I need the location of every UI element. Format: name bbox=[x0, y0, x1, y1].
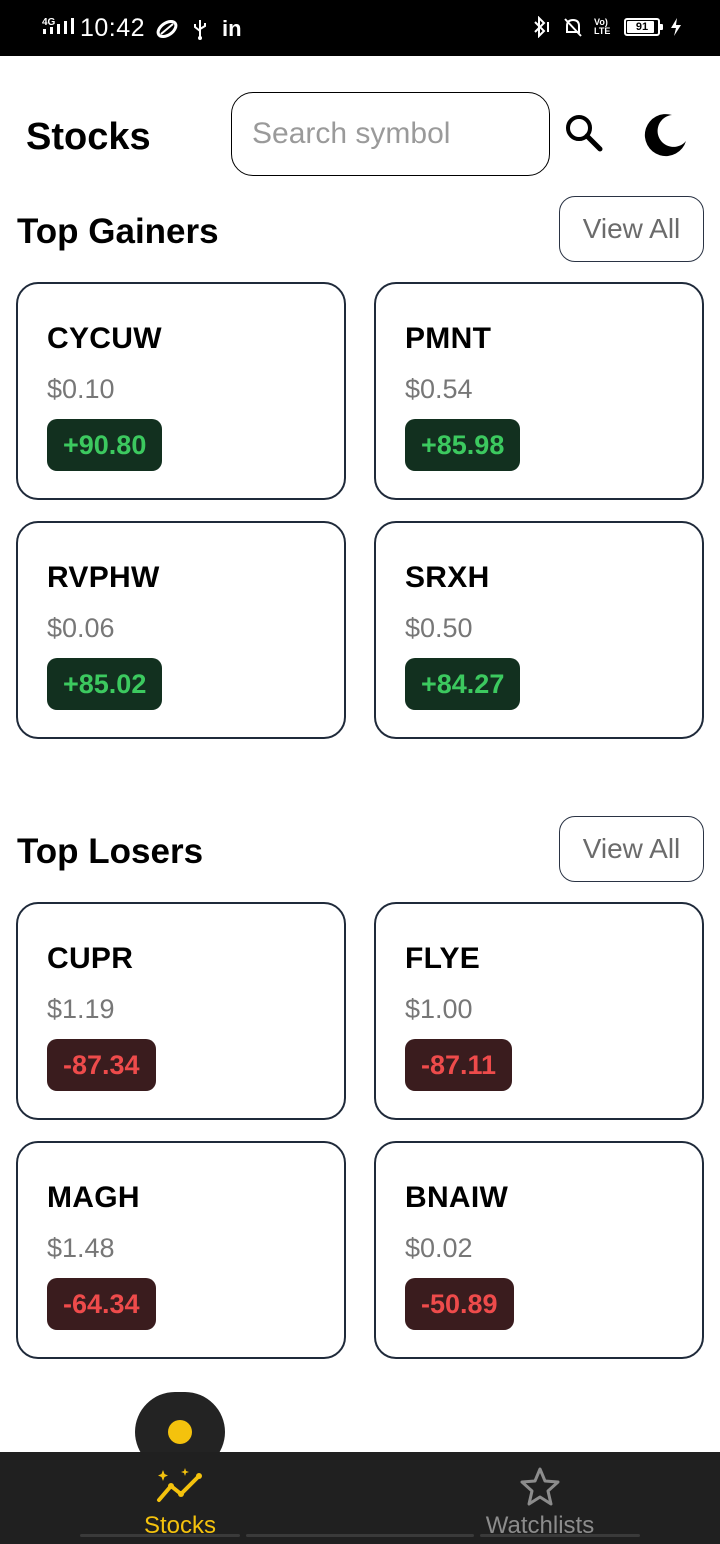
charging-icon bbox=[671, 18, 681, 36]
nav-indicator bbox=[480, 1534, 640, 1537]
nav-indicator bbox=[246, 1534, 474, 1537]
change-badge: +84.27 bbox=[405, 658, 521, 710]
nav-indicator bbox=[80, 1534, 240, 1537]
mute-bell-icon bbox=[564, 18, 582, 37]
gainer-card[interactable]: SRXH $0.50 +84.27 bbox=[374, 521, 704, 739]
change-badge: -64.34 bbox=[47, 1278, 156, 1330]
stock-price: $0.06 bbox=[47, 613, 115, 643]
battery-icon: 91 bbox=[624, 18, 663, 36]
stock-symbol: MAGH bbox=[47, 1181, 140, 1214]
status-time: 10:42 bbox=[80, 14, 146, 42]
loser-card[interactable]: FLYE $1.00 -87.11 bbox=[374, 902, 704, 1120]
app-notification-icon bbox=[156, 19, 178, 39]
top-gainers-title: Top Gainers bbox=[17, 212, 219, 251]
stock-symbol: PMNT bbox=[405, 322, 492, 355]
stock-symbol: CUPR bbox=[47, 942, 134, 975]
gainer-card[interactable]: CYCUW $0.10 +90.80 bbox=[16, 282, 346, 500]
change-badge: +90.80 bbox=[47, 419, 163, 471]
stock-price: $0.50 bbox=[405, 613, 473, 643]
usb-icon bbox=[194, 20, 206, 40]
stock-price: $1.19 bbox=[47, 994, 115, 1024]
stock-price: $1.48 bbox=[47, 1233, 115, 1263]
nav-item-stocks[interactable]: Stocks bbox=[80, 1452, 280, 1544]
change-badge: -87.34 bbox=[47, 1039, 156, 1091]
search-icon bbox=[566, 115, 603, 152]
status-bar: 4G 10:42 in Vo) LTE 91 bbox=[0, 0, 720, 56]
volte-label: Vo) LTE bbox=[594, 17, 611, 36]
dot-icon bbox=[168, 1420, 192, 1444]
change-badge: -87.11 bbox=[405, 1039, 513, 1091]
page-title: Stocks bbox=[26, 116, 151, 158]
stock-symbol: BNAIW bbox=[405, 1181, 509, 1214]
signal-icon: 4G bbox=[42, 16, 76, 43]
moon-icon bbox=[644, 114, 686, 157]
trending-chart-icon bbox=[157, 1468, 202, 1502]
top-losers-title: Top Losers bbox=[17, 832, 204, 871]
star-icon bbox=[520, 1467, 560, 1506]
search-button[interactable] bbox=[563, 112, 605, 154]
change-badge: +85.98 bbox=[405, 419, 521, 471]
stock-symbol: CYCUW bbox=[47, 322, 162, 355]
gainer-card[interactable]: PMNT $0.54 +85.98 bbox=[374, 282, 704, 500]
search-input[interactable] bbox=[231, 92, 550, 176]
bottom-nav: Stocks Watchlists bbox=[0, 1452, 720, 1544]
stock-price: $0.10 bbox=[47, 374, 115, 404]
bluetooth-icon bbox=[534, 16, 549, 38]
losers-view-all-button[interactable]: View All bbox=[559, 816, 704, 882]
stock-symbol: RVPHW bbox=[47, 561, 160, 594]
change-badge: +85.02 bbox=[47, 658, 163, 710]
linkedin-icon: in bbox=[222, 16, 242, 41]
theme-toggle-button[interactable] bbox=[642, 111, 690, 159]
stock-price: $1.00 bbox=[405, 994, 473, 1024]
battery-level-text: 91 bbox=[635, 21, 649, 33]
loser-card[interactable]: MAGH $1.48 -64.34 bbox=[16, 1141, 346, 1359]
change-badge: -50.89 bbox=[405, 1278, 514, 1330]
loser-card[interactable]: BNAIW $0.02 -50.89 bbox=[374, 1141, 704, 1359]
nav-item-watchlists[interactable]: Watchlists bbox=[440, 1452, 640, 1544]
stock-price: $0.54 bbox=[405, 374, 473, 404]
stock-symbol: FLYE bbox=[405, 942, 481, 975]
gainers-view-all-button[interactable]: View All bbox=[559, 196, 704, 262]
loser-card[interactable]: CUPR $1.19 -87.34 bbox=[16, 902, 346, 1120]
gainer-card[interactable]: RVPHW $0.06 +85.02 bbox=[16, 521, 346, 739]
network-type-label: 4G bbox=[42, 17, 56, 28]
stock-symbol: SRXH bbox=[405, 561, 490, 594]
stock-price: $0.02 bbox=[405, 1233, 473, 1263]
